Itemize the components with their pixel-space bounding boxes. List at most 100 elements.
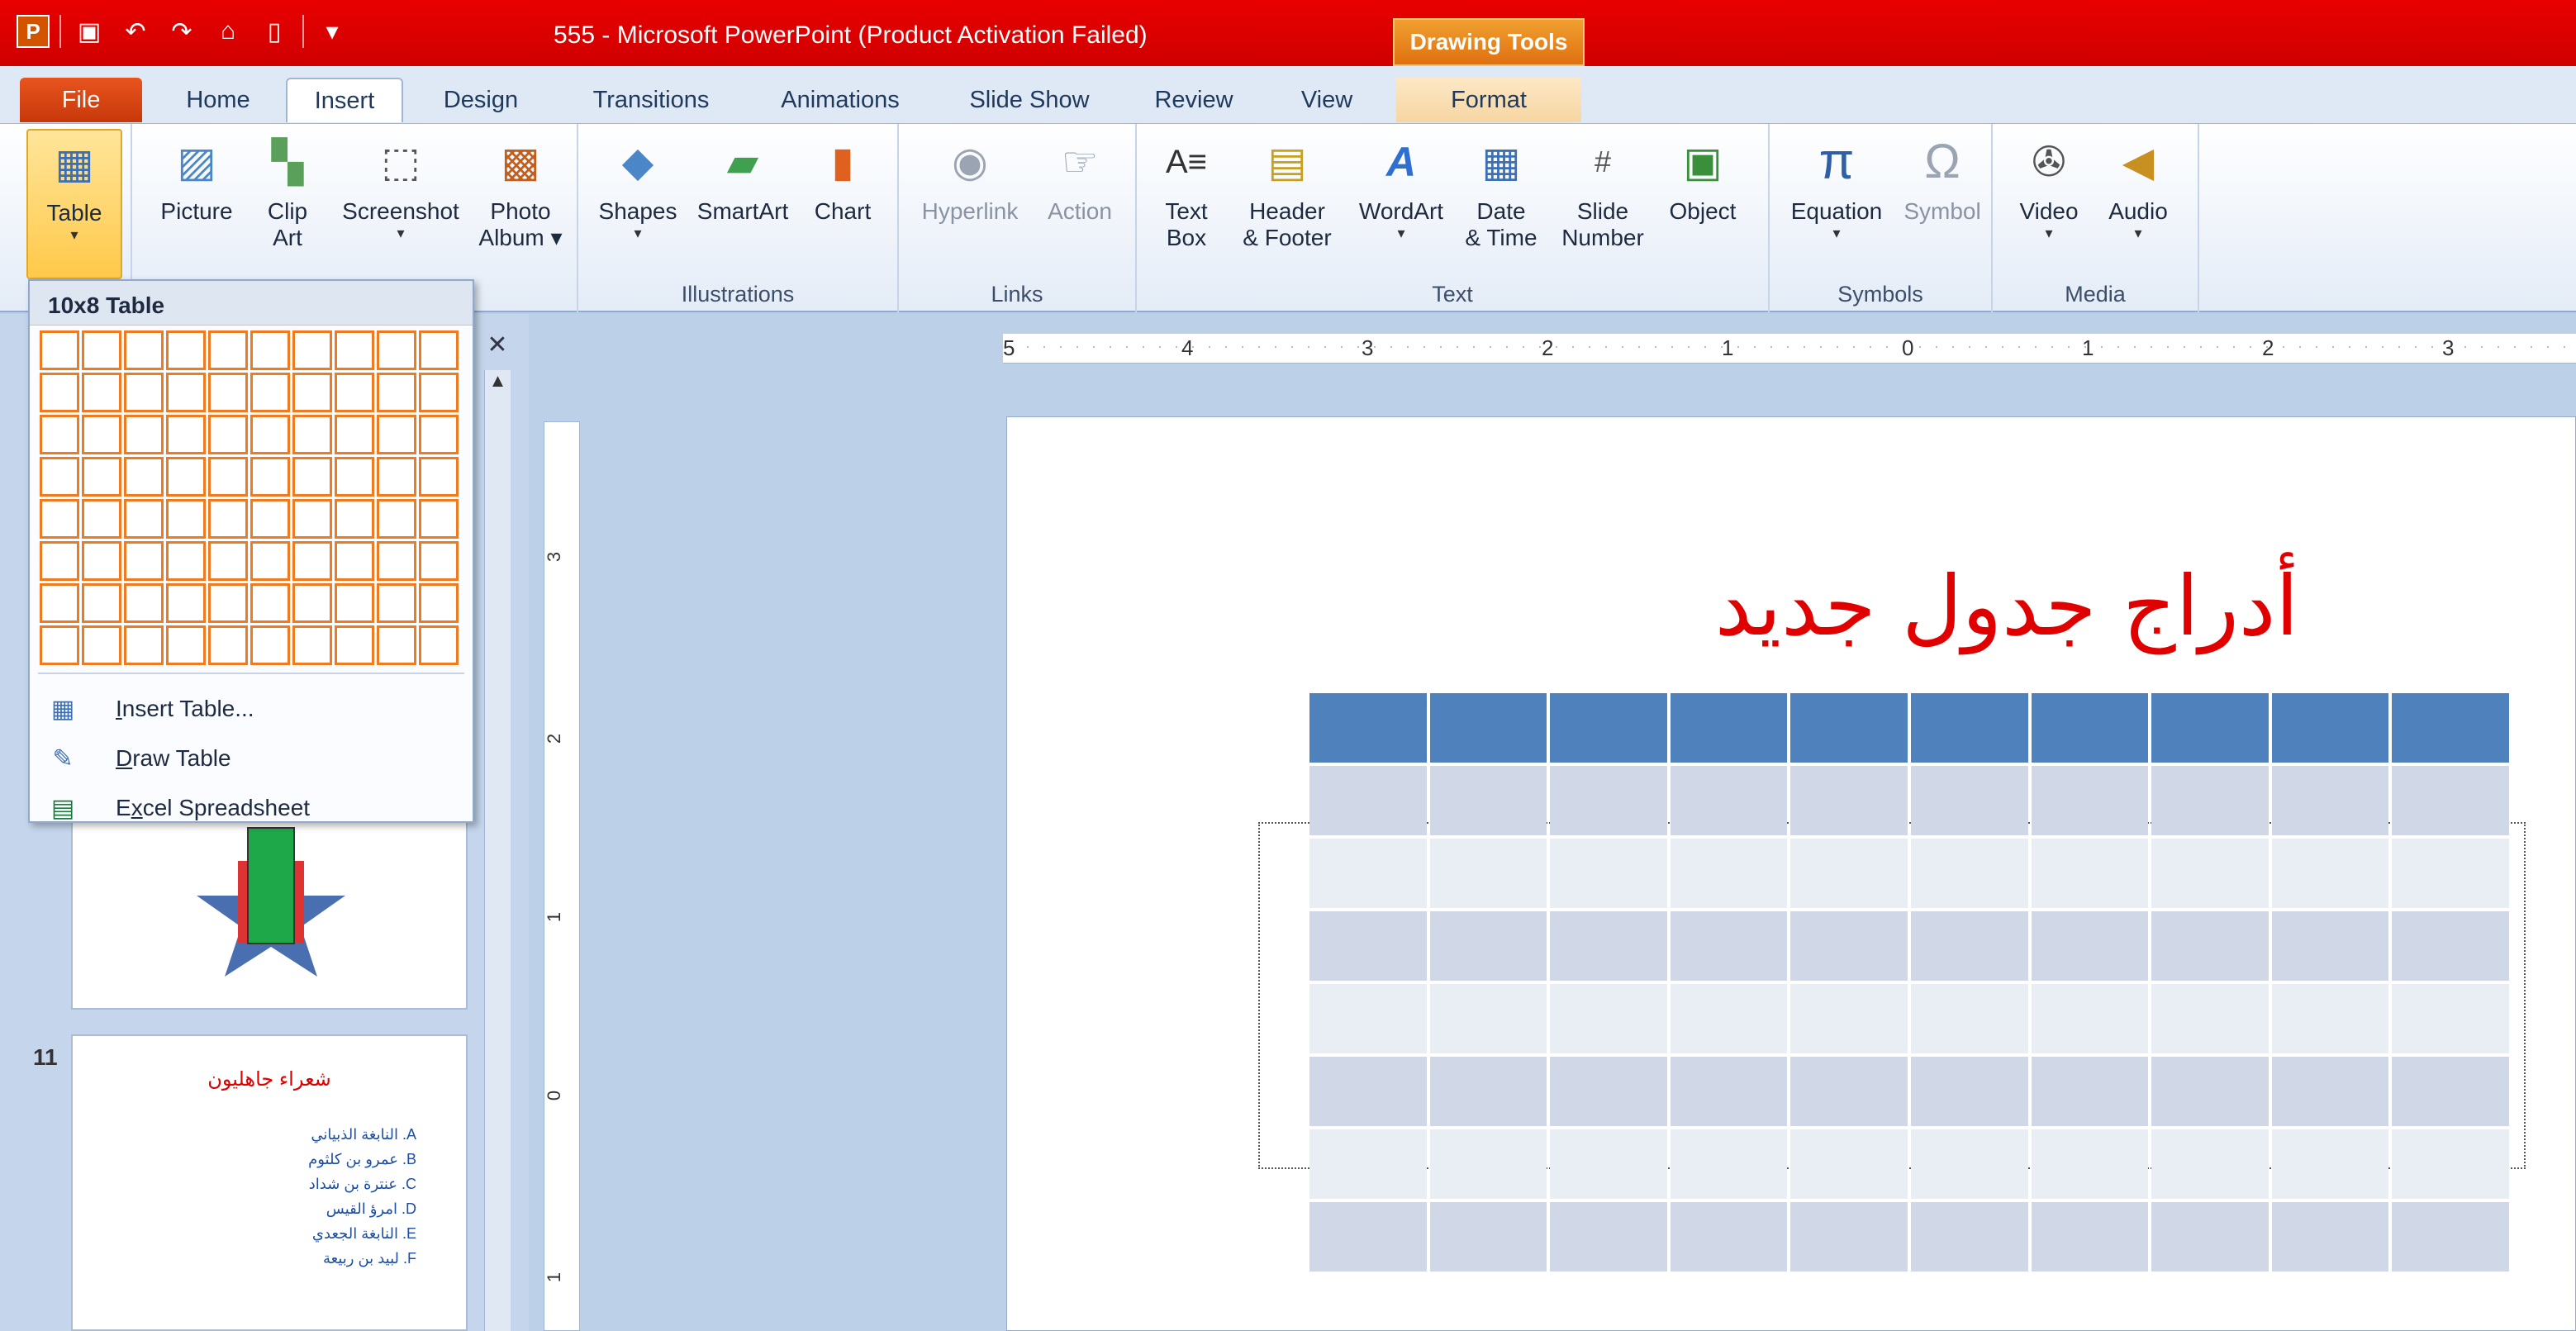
text-box-button[interactable]: A≡ Text Box [1148, 129, 1224, 274]
table-cell[interactable] [1309, 1057, 1427, 1126]
table-cell[interactable] [2151, 1129, 2269, 1199]
table-grid-cell[interactable] [208, 541, 248, 581]
table-grid-cell[interactable] [166, 373, 206, 412]
table-cell[interactable] [2271, 693, 2389, 763]
table-grid-cell[interactable] [82, 373, 121, 412]
table-grid-cell[interactable] [208, 330, 248, 370]
table-grid-cell[interactable] [124, 541, 164, 581]
table-grid-cell[interactable] [292, 541, 332, 581]
table-grid-cell[interactable] [377, 499, 416, 539]
new-icon[interactable]: ▯ [256, 13, 292, 50]
tab-view[interactable]: View [1286, 78, 1368, 122]
table-cell[interactable] [1910, 1202, 2028, 1272]
tab-home[interactable]: Home [165, 78, 271, 122]
table-cell[interactable] [1670, 839, 1788, 908]
table-cell[interactable] [1550, 766, 1667, 835]
table-cell[interactable] [2271, 839, 2389, 908]
table-grid-cell[interactable] [40, 625, 79, 665]
table-cell[interactable] [1790, 911, 1908, 981]
equation-button[interactable]: π Equation ▾ [1776, 129, 1897, 274]
table-cell[interactable] [1429, 1057, 1547, 1126]
table-cell[interactable] [1670, 1057, 1788, 1126]
screenshot-button[interactable]: ⬚ Screenshot ▾ [330, 129, 471, 274]
table-row[interactable] [1309, 766, 2509, 835]
table-cell[interactable] [1429, 693, 1547, 763]
table-grid-cell[interactable] [377, 373, 416, 412]
table-cell[interactable] [2271, 1129, 2389, 1199]
table-cell[interactable] [1670, 911, 1788, 981]
table-cell[interactable] [1309, 693, 1427, 763]
table-cell[interactable] [2151, 693, 2269, 763]
table-grid-cell[interactable] [419, 625, 459, 665]
table-cell[interactable] [1550, 911, 1667, 981]
tab-file[interactable]: File [20, 78, 142, 122]
table-grid-cell[interactable] [419, 457, 459, 497]
slide-title[interactable]: أدراج جدول جديد [1585, 558, 2428, 654]
table-row[interactable] [1309, 1202, 2509, 1272]
table-grid-cell[interactable] [82, 457, 121, 497]
table-cell[interactable] [2151, 1202, 2269, 1272]
table-grid-cell[interactable] [419, 373, 459, 412]
table-grid-cell[interactable] [250, 541, 290, 581]
table-grid-cell[interactable] [335, 415, 374, 454]
table-cell[interactable] [1429, 1202, 1547, 1272]
table-cell[interactable] [1309, 984, 1427, 1053]
shapes-button[interactable]: ◆ Shapes ▾ [592, 129, 684, 274]
table-cell[interactable] [2031, 1129, 2149, 1199]
table-grid-cell[interactable] [124, 330, 164, 370]
smartart-button[interactable]: ▰ SmartArt [689, 129, 796, 274]
table-cell[interactable] [2031, 911, 2149, 981]
tab-transitions[interactable]: Transitions [570, 78, 732, 122]
table-grid-cell[interactable] [40, 541, 79, 581]
open-icon[interactable]: ⌂ [210, 13, 246, 50]
table-cell[interactable] [2151, 766, 2269, 835]
table-cell[interactable] [2151, 839, 2269, 908]
table-cell[interactable] [2392, 693, 2509, 763]
table-row[interactable] [1309, 839, 2509, 908]
slide-thumbnail-11[interactable]: شعراء جاهليون A. النابغة الذبياني B. عمر… [71, 1034, 468, 1331]
table-cell[interactable] [2392, 766, 2509, 835]
slide-table[interactable] [1306, 690, 2512, 1275]
table-grid-cell[interactable] [419, 541, 459, 581]
draw-table-menu-item[interactable]: ✎ Draw Table [38, 735, 464, 782]
table-grid-cell[interactable] [40, 583, 79, 623]
table-cell[interactable] [1910, 839, 2028, 908]
table-grid-cell[interactable] [40, 330, 79, 370]
table-cell[interactable] [1670, 984, 1788, 1053]
table-grid-cell[interactable] [292, 583, 332, 623]
table-grid-cell[interactable] [292, 625, 332, 665]
table-grid-cell[interactable] [335, 583, 374, 623]
chart-button[interactable]: ▮ Chart [801, 129, 884, 274]
table-grid-cell[interactable] [208, 499, 248, 539]
object-button[interactable]: ▣ Object [1657, 129, 1748, 274]
hyperlink-button[interactable]: ◉ Hyperlink [910, 129, 1029, 274]
table-grid-cell[interactable] [124, 625, 164, 665]
table-cell[interactable] [2031, 766, 2149, 835]
table-cell[interactable] [1910, 984, 2028, 1053]
table-cell[interactable] [2271, 984, 2389, 1053]
save-icon[interactable]: ▣ [71, 13, 107, 50]
table-grid-cell[interactable] [250, 583, 290, 623]
table-cell[interactable] [1309, 1129, 1427, 1199]
table-row[interactable] [1309, 911, 2509, 981]
table-cell[interactable] [1670, 1129, 1788, 1199]
table-grid-cell[interactable] [124, 499, 164, 539]
table-grid-cell[interactable] [40, 415, 79, 454]
slide-number-button[interactable]: # Slide Number [1557, 129, 1649, 274]
table-grid-cell[interactable] [335, 373, 374, 412]
table-grid-picker[interactable] [40, 330, 459, 665]
table-grid-cell[interactable] [292, 415, 332, 454]
powerpoint-app-icon[interactable]: P [17, 15, 50, 48]
wordart-button[interactable]: A WordArt ▾ [1348, 129, 1454, 274]
table-cell[interactable] [1910, 693, 2028, 763]
close-pane-icon[interactable]: ✕ [484, 330, 511, 364]
table-cell[interactable] [2271, 1057, 2389, 1126]
table-cell[interactable] [2392, 1202, 2509, 1272]
slides-pane-scrollbar[interactable]: ▲ [484, 370, 511, 1331]
table-grid-cell[interactable] [166, 499, 206, 539]
table-grid-cell[interactable] [377, 583, 416, 623]
table-cell[interactable] [1550, 1057, 1667, 1126]
table-cell[interactable] [2031, 1057, 2149, 1126]
table-cell[interactable] [1309, 839, 1427, 908]
table-row[interactable] [1309, 1129, 2509, 1199]
